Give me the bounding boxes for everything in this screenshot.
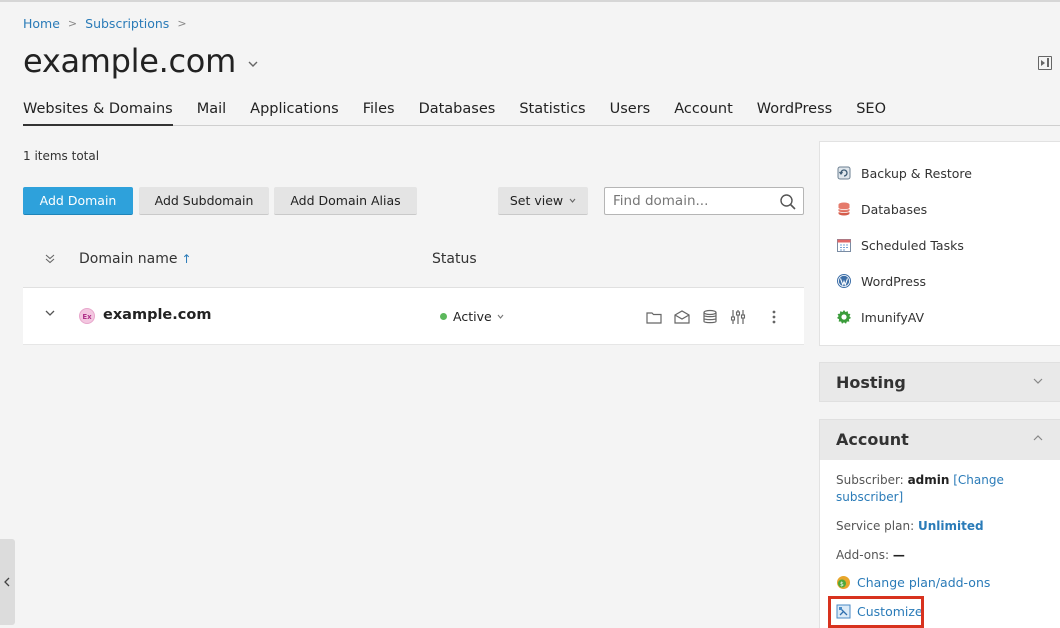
tab-files[interactable]: Files <box>363 100 395 126</box>
tool-label: WordPress <box>861 273 927 289</box>
svg-text:$: $ <box>840 581 844 588</box>
tool-label: Databases <box>861 201 928 217</box>
tool-label: Scheduled Tasks <box>861 237 964 253</box>
chevron-down-icon[interactable] <box>45 308 55 318</box>
folder-icon[interactable] <box>645 308 663 326</box>
set-view-button[interactable]: Set view <box>498 187 588 215</box>
wordpress-icon <box>837 274 851 288</box>
tab-mail[interactable]: Mail <box>197 100 226 126</box>
database-icon[interactable] <box>701 308 719 326</box>
tab-wordpress[interactable]: WordPress <box>757 100 832 126</box>
breadcrumb-separator: > <box>177 17 187 30</box>
tool-label: ImunifyAV <box>861 309 925 325</box>
items-total: 1 items total <box>23 149 100 163</box>
addons-line: Add-ons: — <box>836 547 905 564</box>
settings-sliders-icon[interactable] <box>729 308 747 326</box>
page-title: example.com <box>23 42 236 80</box>
breadcrumb-home[interactable]: Home <box>23 16 60 31</box>
column-domain-label: Domain name <box>79 251 178 267</box>
tab-account[interactable]: Account <box>674 100 733 126</box>
account-accordion[interactable]: Account <box>819 419 1060 461</box>
breadcrumb-separator: > <box>67 17 78 30</box>
hosting-title: Hosting <box>836 373 906 392</box>
chevron-down-icon <box>569 198 576 203</box>
change-plan-action[interactable]: $ Change plan/add-ons <box>836 575 990 590</box>
tab-seo[interactable]: SEO <box>856 100 886 126</box>
add-domain-alias-button[interactable]: Add Domain Alias <box>274 187 417 215</box>
expand-all-icon[interactable] <box>45 254 55 264</box>
tab-websites-domains[interactable]: Websites & Domains <box>23 100 173 126</box>
service-plan-line: Service plan: Unlimited <box>836 518 984 535</box>
panel-toggle-icon[interactable] <box>1038 56 1052 70</box>
status-dropdown[interactable]: Active <box>440 309 504 324</box>
tab-users[interactable]: Users <box>610 100 651 126</box>
tab-databases[interactable]: Databases <box>419 100 496 126</box>
search-box <box>604 187 804 215</box>
table-row: Ex example.com Active <box>23 288 804 345</box>
account-title: Account <box>836 430 909 449</box>
main-tabs: Websites & Domains Mail Applications Fil… <box>23 100 1060 126</box>
subscriber-label: Subscriber: <box>836 473 904 487</box>
tool-label: Backup & Restore <box>861 165 972 181</box>
search-input[interactable] <box>605 188 803 214</box>
subscriber-line: Subscriber: admin [Change subscriber] <box>836 472 1041 506</box>
service-plan-link[interactable]: Unlimited <box>918 519 984 533</box>
change-plan-icon: $ <box>837 576 850 589</box>
service-plan-label: Service plan: <box>836 519 915 533</box>
column-domain-name[interactable]: Domain name ↑ <box>79 251 192 267</box>
backup-icon <box>837 166 851 180</box>
change-plan-link: Change plan/add-ons <box>857 575 991 590</box>
tool-backup-restore[interactable]: Backup & Restore <box>836 163 972 183</box>
status-label: Active <box>453 309 492 324</box>
calendar-icon <box>837 239 851 252</box>
column-status: Status <box>432 251 477 267</box>
chevron-left-icon <box>4 577 10 587</box>
table-header: Domain name ↑ Status <box>23 238 804 288</box>
domain-favicon: Ex <box>79 308 95 324</box>
breadcrumb-subscriptions[interactable]: Subscriptions <box>85 16 169 31</box>
search-icon[interactable] <box>779 193 797 211</box>
database-icon <box>838 202 850 216</box>
hosting-accordion[interactable]: Hosting <box>819 362 1060 402</box>
add-subdomain-button[interactable]: Add Subdomain <box>139 187 269 215</box>
chevron-down-icon[interactable] <box>248 61 258 67</box>
addons-value: — <box>892 548 905 562</box>
set-view-label: Set view <box>509 193 564 208</box>
more-options-icon[interactable] <box>765 308 783 326</box>
tab-statistics[interactable]: Statistics <box>519 100 585 126</box>
mail-icon[interactable] <box>673 308 691 326</box>
tool-wordpress[interactable]: WordPress <box>836 271 926 291</box>
subscriber-value: admin <box>907 473 950 487</box>
title-row: example.com <box>23 42 258 80</box>
domain-name-link[interactable]: example.com <box>103 307 211 323</box>
tool-imunifyav[interactable]: ImunifyAV <box>836 307 924 327</box>
addons-label: Add-ons: <box>836 548 890 562</box>
tools-card: Backup & Restore Databases Scheduled Tas… <box>819 141 1060 346</box>
chevron-down-icon <box>497 314 504 319</box>
sidebar-collapse-handle[interactable] <box>0 539 15 625</box>
chevron-up-icon <box>1033 435 1043 441</box>
tool-scheduled-tasks[interactable]: Scheduled Tasks <box>836 235 964 255</box>
imunify-icon <box>837 310 851 324</box>
tab-applications[interactable]: Applications <box>250 100 339 126</box>
tool-databases[interactable]: Databases <box>836 199 927 219</box>
chevron-down-icon <box>1033 378 1043 384</box>
customize-highlight-box <box>828 596 924 628</box>
status-dot-icon <box>440 313 447 320</box>
breadcrumb: Home > Subscriptions > <box>23 16 187 31</box>
add-domain-button[interactable]: Add Domain <box>23 187 133 215</box>
sort-asc-icon: ↑ <box>181 252 192 266</box>
